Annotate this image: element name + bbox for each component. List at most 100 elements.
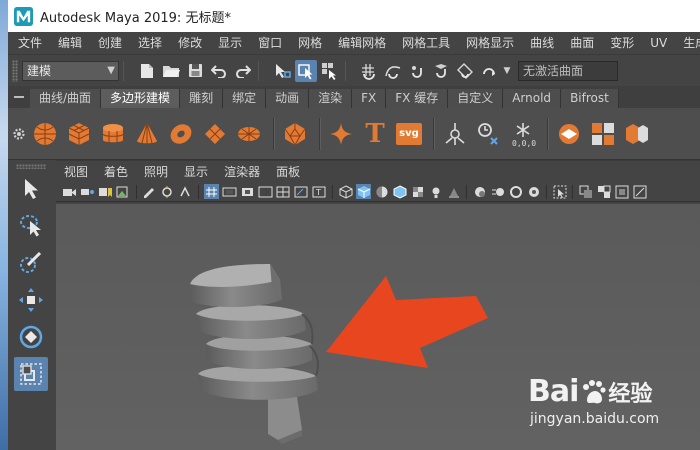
make-live-icon[interactable] bbox=[478, 60, 500, 82]
menu-item[interactable]: 创建 bbox=[90, 32, 130, 54]
default-material-icon[interactable] bbox=[374, 184, 389, 199]
paint-select-icon[interactable] bbox=[14, 246, 48, 280]
menu-item[interactable]: 选择 bbox=[130, 32, 170, 54]
menu-item[interactable]: 编辑 bbox=[50, 32, 90, 54]
chevron-down-icon[interactable]: ▼ bbox=[502, 60, 512, 82]
poly-plane-icon[interactable] bbox=[200, 119, 230, 149]
shelf-menu-icon[interactable] bbox=[8, 86, 30, 108]
separate-icon[interactable] bbox=[588, 119, 618, 149]
new-scene-icon[interactable] bbox=[136, 60, 158, 82]
select-component-icon[interactable] bbox=[319, 60, 341, 82]
menu-item[interactable]: 曲线 bbox=[522, 32, 562, 54]
pan-tool-icon[interactable] bbox=[178, 184, 193, 199]
menu-item[interactable]: 网格工具 bbox=[394, 32, 458, 54]
camera-icon[interactable] bbox=[62, 184, 77, 199]
menu-item[interactable]: 显示 bbox=[210, 32, 250, 54]
motion-blur-icon[interactable] bbox=[490, 184, 505, 199]
type-tool-icon[interactable]: T bbox=[360, 119, 390, 149]
panel-menu-item[interactable]: 视图 bbox=[64, 163, 88, 180]
open-scene-icon[interactable] bbox=[160, 60, 182, 82]
shelf-tab[interactable]: 绑定 bbox=[223, 89, 267, 108]
super-shape-icon[interactable] bbox=[326, 119, 356, 149]
poly-disc-icon[interactable] bbox=[234, 119, 264, 149]
toggle-hud-icon[interactable] bbox=[632, 184, 647, 199]
snap-projected-center-icon[interactable] bbox=[430, 60, 452, 82]
poly-cylinder-icon[interactable] bbox=[98, 119, 128, 149]
shelf-tab[interactable]: 自定义 bbox=[448, 89, 504, 108]
snap-curve-icon[interactable] bbox=[382, 60, 404, 82]
menu-item[interactable]: 变形 bbox=[602, 32, 642, 54]
wireframe-icon[interactable] bbox=[338, 184, 353, 199]
shelf-tab[interactable]: 雕刻 bbox=[180, 89, 224, 108]
xray-icon[interactable] bbox=[578, 184, 593, 199]
shelf-tab[interactable]: FX bbox=[352, 89, 387, 108]
sweep-mesh-icon[interactable] bbox=[440, 119, 470, 149]
bookmark-icon[interactable] bbox=[98, 184, 113, 199]
toolbox-grip[interactable] bbox=[16, 164, 46, 169]
gate-mask-icon[interactable] bbox=[258, 184, 273, 199]
select-tool-icon[interactable] bbox=[14, 172, 48, 206]
screen-space-ao-icon[interactable] bbox=[472, 184, 487, 199]
menu-item[interactable]: 网格显示 bbox=[458, 32, 522, 54]
camera-attributes-icon[interactable] bbox=[80, 184, 95, 199]
isolate-select-icon[interactable] bbox=[552, 184, 567, 199]
poly-torus-icon[interactable] bbox=[166, 119, 196, 149]
poly-sphere-icon[interactable] bbox=[30, 119, 60, 149]
safe-title-icon[interactable]: T bbox=[312, 184, 327, 199]
shelf-tab[interactable]: 动画 bbox=[266, 89, 310, 108]
poly-cone-icon[interactable] bbox=[132, 119, 162, 149]
panel-menu-item[interactable]: 面板 bbox=[276, 163, 300, 180]
panel-menu-item[interactable]: 显示 bbox=[184, 163, 208, 180]
live-surface-field[interactable]: 无激活曲面 bbox=[518, 60, 618, 81]
shelf-tab[interactable]: 多边形建模 bbox=[101, 89, 181, 108]
2d-pan-zoom-icon[interactable] bbox=[160, 184, 175, 199]
menu-item[interactable]: 编辑网格 bbox=[330, 32, 394, 54]
xray-joints-icon[interactable] bbox=[596, 184, 611, 199]
menu-set-select[interactable]: 建模 ▼ bbox=[22, 60, 119, 81]
field-chart-icon[interactable] bbox=[276, 184, 291, 199]
use-lights-icon[interactable] bbox=[428, 184, 443, 199]
menu-item[interactable]: UV bbox=[642, 32, 675, 54]
perspective-viewport[interactable]: Bai 经验 jingyan.baidu.com bbox=[56, 204, 700, 450]
scale-tool-icon[interactable] bbox=[14, 357, 48, 391]
menu-item[interactable]: 文件 bbox=[10, 32, 50, 54]
menu-item[interactable]: 网格 bbox=[290, 32, 330, 54]
mirror-icon[interactable] bbox=[474, 119, 504, 149]
textured-icon[interactable] bbox=[410, 184, 425, 199]
status-grip[interactable] bbox=[12, 59, 18, 82]
save-scene-icon[interactable] bbox=[184, 60, 206, 82]
panel-menu-item[interactable]: 着色 bbox=[104, 163, 128, 180]
shadows-icon[interactable] bbox=[446, 184, 461, 199]
platonic-solid-icon[interactable] bbox=[280, 119, 310, 149]
image-plane-icon[interactable] bbox=[116, 184, 131, 199]
extract-icon[interactable] bbox=[622, 119, 652, 149]
move-tool-icon[interactable] bbox=[14, 283, 48, 317]
combine-icon[interactable] bbox=[554, 119, 584, 149]
snap-point-icon[interactable] bbox=[406, 60, 428, 82]
multisample-aa-icon[interactable] bbox=[508, 184, 523, 199]
svg-tool-icon[interactable]: svg bbox=[394, 119, 424, 149]
snap-view-plane-icon[interactable] bbox=[454, 60, 476, 82]
menu-item[interactable]: 修改 bbox=[170, 32, 210, 54]
panel-menu-item[interactable]: 渲染器 bbox=[224, 163, 260, 180]
shelf-tab[interactable]: FX 缓存 bbox=[386, 89, 449, 108]
safe-action-icon[interactable] bbox=[294, 184, 309, 199]
smooth-shade-icon[interactable] bbox=[356, 184, 371, 199]
gear-icon[interactable] bbox=[8, 127, 30, 141]
panel-menu-item[interactable]: 照明 bbox=[144, 163, 168, 180]
wireframe-on-shaded-icon[interactable] bbox=[392, 184, 407, 199]
shelf-tab[interactable]: Arnold bbox=[503, 89, 562, 108]
grease-pencil-icon[interactable] bbox=[142, 184, 157, 199]
undo-icon[interactable] bbox=[208, 60, 230, 82]
shelf-tab[interactable]: Bifrost bbox=[561, 89, 619, 108]
redo-icon[interactable] bbox=[232, 60, 254, 82]
menu-item[interactable]: 生成 bbox=[675, 32, 700, 54]
shelf-tab[interactable]: 渲染 bbox=[309, 89, 353, 108]
poly-cube-icon[interactable] bbox=[64, 119, 94, 149]
shelf-tab[interactable]: 曲线/曲面 bbox=[30, 89, 102, 108]
xray-components-icon[interactable] bbox=[614, 184, 629, 199]
snowflake-icon[interactable]: 0,0,0 bbox=[508, 119, 538, 149]
grid-toggle-icon[interactable] bbox=[204, 184, 219, 199]
rotate-tool-icon[interactable] bbox=[14, 320, 48, 354]
lasso-tool-icon[interactable] bbox=[14, 209, 48, 243]
